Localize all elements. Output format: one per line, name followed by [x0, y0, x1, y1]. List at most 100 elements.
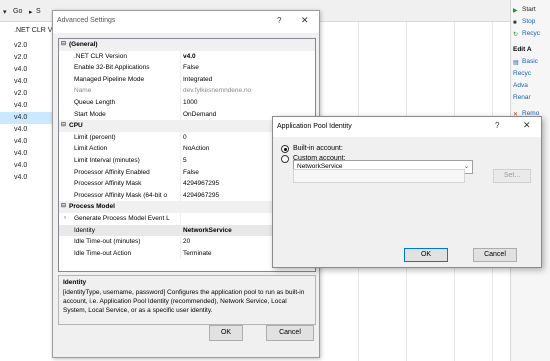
app-pool-list: .NET CLR V v2.0 v2.0 v4.0 v4.0 v2.0 v4.0 v4.0 v… — [0, 22, 52, 361]
category-label: CPU — [69, 122, 83, 130]
app-pool-row[interactable]: v4.0 — [0, 124, 52, 136]
action-item: Edit A — [513, 46, 532, 53]
property-name: Limit Interval (minutes) — [74, 157, 140, 164]
app-pool-row[interactable]: v2.0 — [0, 40, 52, 52]
description-text: [identityType, username, password] Confi… — [63, 289, 305, 314]
column-divider — [180, 166, 181, 179]
app-pool-row[interactable]: v4.0 — [0, 172, 52, 184]
action-item[interactable]: ▤ Basic — [513, 58, 538, 66]
column-divider — [180, 108, 181, 121]
action-label: Edit A — [513, 46, 532, 53]
show-all-button[interactable]: S — [36, 8, 41, 15]
column-divider — [180, 155, 181, 167]
property-name: Limit Action — [74, 145, 108, 153]
custom-account-label: Custom account: — [293, 155, 346, 162]
collapse-icon[interactable]: ⊟ — [61, 201, 66, 213]
help-button[interactable]: ? — [495, 121, 499, 130]
cancel-button[interactable]: Cancel — [473, 248, 517, 262]
app-pool-row[interactable]: v2.0 — [0, 52, 52, 64]
action-icon: ■ — [513, 20, 517, 26]
property-name: Start Mode — [74, 110, 106, 118]
description-title: Identity — [63, 279, 87, 286]
property-category[interactable]: ⊟ (General) — [59, 39, 315, 51]
column-divider — [180, 213, 181, 225]
action-icon: ▤ — [513, 60, 519, 66]
property-row[interactable]: Managed Pipeline Mode Integrated — [59, 73, 315, 86]
column-divider — [180, 247, 181, 260]
dialog-title: Advanced Settings — [57, 17, 116, 24]
property-value[interactable]: 1000 — [183, 97, 313, 109]
property-value[interactable]: Integrated — [183, 74, 313, 86]
property-name: .NET CLR Version — [74, 52, 127, 60]
app-pool-row[interactable]: v4.0 — [0, 148, 52, 160]
property-name: Processor Affinity Mask — [74, 180, 142, 188]
action-item[interactable]: Renar — [513, 94, 531, 101]
action-item[interactable]: Recyc — [513, 70, 531, 77]
clr-version-column-header[interactable]: .NET CLR V — [14, 27, 52, 34]
action-icon: ↻ — [513, 32, 519, 38]
set-button[interactable]: Set... — [493, 169, 531, 183]
builtin-account-radio[interactable] — [281, 145, 289, 153]
builtin-account-label: Built-in account: — [293, 145, 343, 152]
column-divider — [180, 62, 181, 74]
property-description: Identity [identityType, username, passwo… — [58, 275, 316, 325]
close-icon[interactable]: ✕ — [523, 120, 531, 131]
action-label: Recyc — [522, 30, 541, 37]
collapse-icon[interactable]: ⊟ — [61, 120, 66, 132]
action-label: Adva — [513, 82, 528, 89]
property-name: Managed Pipeline Mode — [74, 75, 145, 83]
cancel-button[interactable]: Cancel — [266, 325, 314, 341]
property-name: Queue Length — [74, 99, 116, 106]
property-value[interactable]: v4.0 — [183, 51, 313, 63]
column-divider — [180, 236, 181, 248]
property-value[interactable]: False — [183, 62, 313, 74]
column-divider — [180, 224, 181, 237]
action-label: Basic — [522, 58, 538, 65]
column-divider — [180, 178, 181, 190]
app-pool-row[interactable]: v4.0 — [0, 112, 52, 124]
category-label: (General) — [69, 41, 98, 48]
property-name: Identity — [74, 226, 95, 234]
app-pool-row[interactable]: v4.0 — [0, 76, 52, 88]
ok-button[interactable]: OK — [209, 325, 243, 341]
column-divider — [180, 73, 181, 86]
property-name: Limit (percent) — [74, 133, 116, 141]
application-pool-identity-dialog: Application Pool Identity ? ✕ Built-in a… — [272, 116, 542, 268]
property-row[interactable]: .NET CLR Version v4.0 — [59, 50, 315, 63]
app-pool-row[interactable]: v4.0 — [0, 136, 52, 148]
close-icon[interactable]: ✕ — [301, 15, 309, 26]
property-name: Processor Affinity Mask (64-bit o — [74, 191, 168, 199]
ok-button[interactable]: OK — [404, 248, 448, 262]
property-row[interactable]: Enable 32-Bit Applications False — [59, 62, 315, 74]
column-divider — [180, 131, 181, 144]
column-divider — [180, 143, 181, 155]
column-divider — [180, 97, 181, 109]
expand-icon[interactable]: › — [64, 213, 66, 225]
identity-titlebar: Application Pool Identity ? ✕ — [273, 117, 541, 137]
app-pool-row[interactable]: v4.0 — [0, 160, 52, 172]
column-divider — [180, 189, 181, 202]
custom-account-radio[interactable] — [281, 155, 289, 163]
action-item[interactable]: ■ Stop — [513, 18, 535, 27]
action-item[interactable]: ↻ Recyc — [513, 30, 540, 38]
column-divider — [180, 50, 181, 63]
custom-account-field[interactable] — [293, 169, 465, 183]
action-item[interactable]: ▶ Start — [513, 6, 536, 14]
help-button[interactable]: ? — [277, 16, 281, 25]
app-pool-row[interactable]: v4.0 — [0, 100, 52, 112]
filter-icon[interactable]: ▾ — [3, 8, 7, 16]
property-value[interactable]: dev.fylkesnemndene.no — [183, 85, 313, 97]
identity-dialog-title: Application Pool Identity — [277, 123, 352, 130]
property-row[interactable]: Queue Length 1000 — [59, 97, 315, 109]
app-pool-row[interactable]: v2.0 — [0, 88, 52, 100]
action-label: Start — [522, 6, 536, 13]
app-pool-row[interactable]: v4.0 — [0, 64, 52, 76]
property-name: Enable 32-Bit Applications — [74, 64, 150, 72]
show-all-icon[interactable]: ▸ — [29, 8, 33, 16]
category-label: Process Model — [69, 203, 115, 211]
go-button[interactable]: Go — [13, 8, 22, 15]
property-row[interactable]: Name dev.fylkesnemndene.no — [59, 85, 315, 97]
collapse-icon[interactable]: ⊟ — [61, 39, 66, 51]
action-label: Stop — [522, 18, 536, 25]
action-item[interactable]: Adva — [513, 82, 528, 89]
